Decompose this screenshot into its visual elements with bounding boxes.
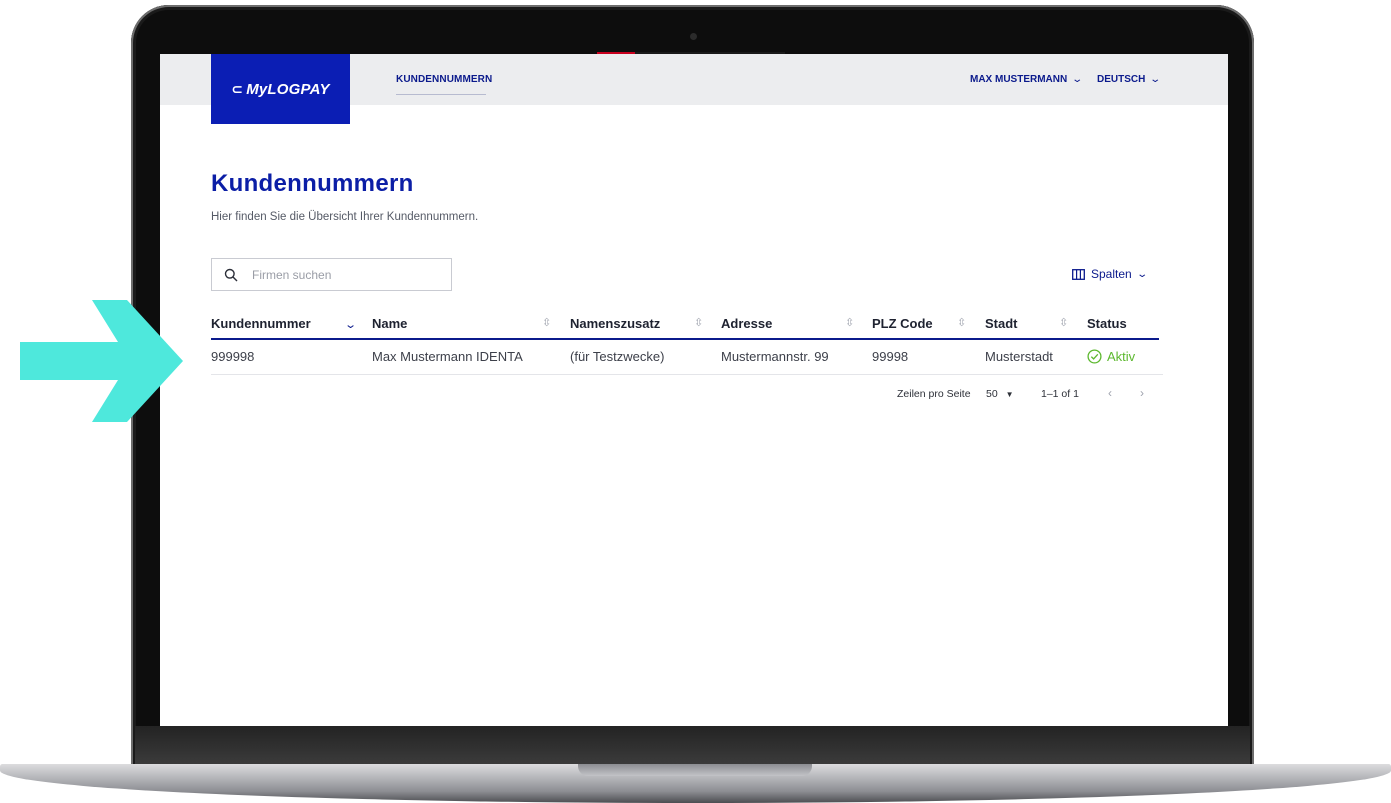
chevron-down-icon: ⌄ — [1136, 268, 1148, 280]
column-header-name[interactable]: Name — [372, 316, 407, 331]
rows-per-page-label: Zeilen pro Seite — [897, 388, 971, 400]
user-menu-label: MAX MUSTERMANN — [970, 74, 1068, 85]
status-badge: Aktiv — [1087, 349, 1135, 364]
mylogpay-logo[interactable]: ⊂ MyLOGPAY — [211, 54, 350, 124]
cell-namenszusatz[interactable]: (für Testzwecke) — [570, 349, 664, 364]
page-subtitle: Hier finden Sie die Übersicht Ihrer Kund… — [211, 211, 479, 223]
sort-icon[interactable]: ⇳ — [1059, 316, 1068, 329]
column-header-namenszusatz[interactable]: Namenszusatz — [570, 316, 660, 331]
logo-text: MyLOGPAY — [246, 80, 330, 98]
rows-per-page-value: 50 — [986, 388, 998, 400]
columns-icon — [1072, 268, 1085, 280]
cell-name[interactable]: Max Mustermann IDENTA — [372, 349, 523, 364]
laptop-notch — [578, 764, 812, 776]
laptop-bezel-bottom — [135, 726, 1250, 766]
column-header-status[interactable]: Status — [1087, 316, 1127, 331]
status-label: Aktiv — [1107, 349, 1136, 364]
table-row-divider — [211, 374, 1163, 375]
columns-button[interactable]: Spalten ⌄ — [1072, 267, 1148, 281]
check-circle-icon — [1087, 349, 1102, 364]
column-header-adresse[interactable]: Adresse — [721, 316, 772, 331]
logo-mark-icon: ⊂ — [231, 80, 244, 97]
rows-per-page-select[interactable]: 50 ▼ — [986, 388, 1014, 400]
search-input[interactable] — [250, 266, 434, 283]
search-box[interactable] — [211, 258, 452, 291]
search-icon — [224, 268, 238, 281]
sort-icon[interactable]: ⇳ — [957, 316, 966, 329]
user-menu[interactable]: MAX MUSTERMANN ⌄ — [970, 74, 1084, 85]
columns-label: Spalten — [1091, 267, 1132, 281]
cell-stadt[interactable]: Musterstadt — [985, 349, 1053, 364]
nav-tab-underline — [396, 94, 486, 95]
cell-plz[interactable]: 99998 — [872, 349, 908, 364]
column-header-kundennummer[interactable]: Kundennummer — [211, 316, 311, 331]
sort-icon[interactable]: ⇳ — [694, 316, 703, 329]
camera — [690, 33, 697, 40]
chevron-down-icon: ⌄ — [1149, 74, 1162, 85]
app-screen: ⊂ MyLOGPAY KUNDENNUMMERN MAX MUSTERMANN … — [160, 54, 1228, 726]
page-title: Kundennummern — [211, 170, 414, 197]
chevron-down-icon: ⌄ — [1071, 74, 1084, 85]
next-page-icon[interactable]: › — [1140, 386, 1144, 400]
column-header-plz[interactable]: PLZ Code — [872, 316, 933, 331]
dropdown-triangle-icon: ▼ — [1005, 390, 1014, 399]
sort-icon[interactable]: ⇳ — [542, 316, 551, 329]
previous-page-icon[interactable]: ‹ — [1108, 386, 1112, 400]
language-menu-label: DEUTSCH — [1097, 74, 1146, 85]
annotation-arrow-icon — [20, 300, 183, 422]
language-menu[interactable]: DEUTSCH ⌄ — [1097, 74, 1162, 85]
pagination-range: 1–1 of 1 — [1041, 388, 1079, 400]
cell-kundennummer[interactable]: 999998 — [211, 349, 254, 364]
column-header-stadt[interactable]: Stadt — [985, 316, 1018, 331]
sort-descending-icon[interactable]: ⌄ — [344, 318, 357, 331]
nav-tab-kundennummern[interactable]: KUNDENNUMMERN — [396, 74, 492, 85]
table-header-divider — [211, 338, 1159, 340]
cell-adresse[interactable]: Mustermannstr. 99 — [721, 349, 829, 364]
sort-icon[interactable]: ⇳ — [845, 316, 854, 329]
